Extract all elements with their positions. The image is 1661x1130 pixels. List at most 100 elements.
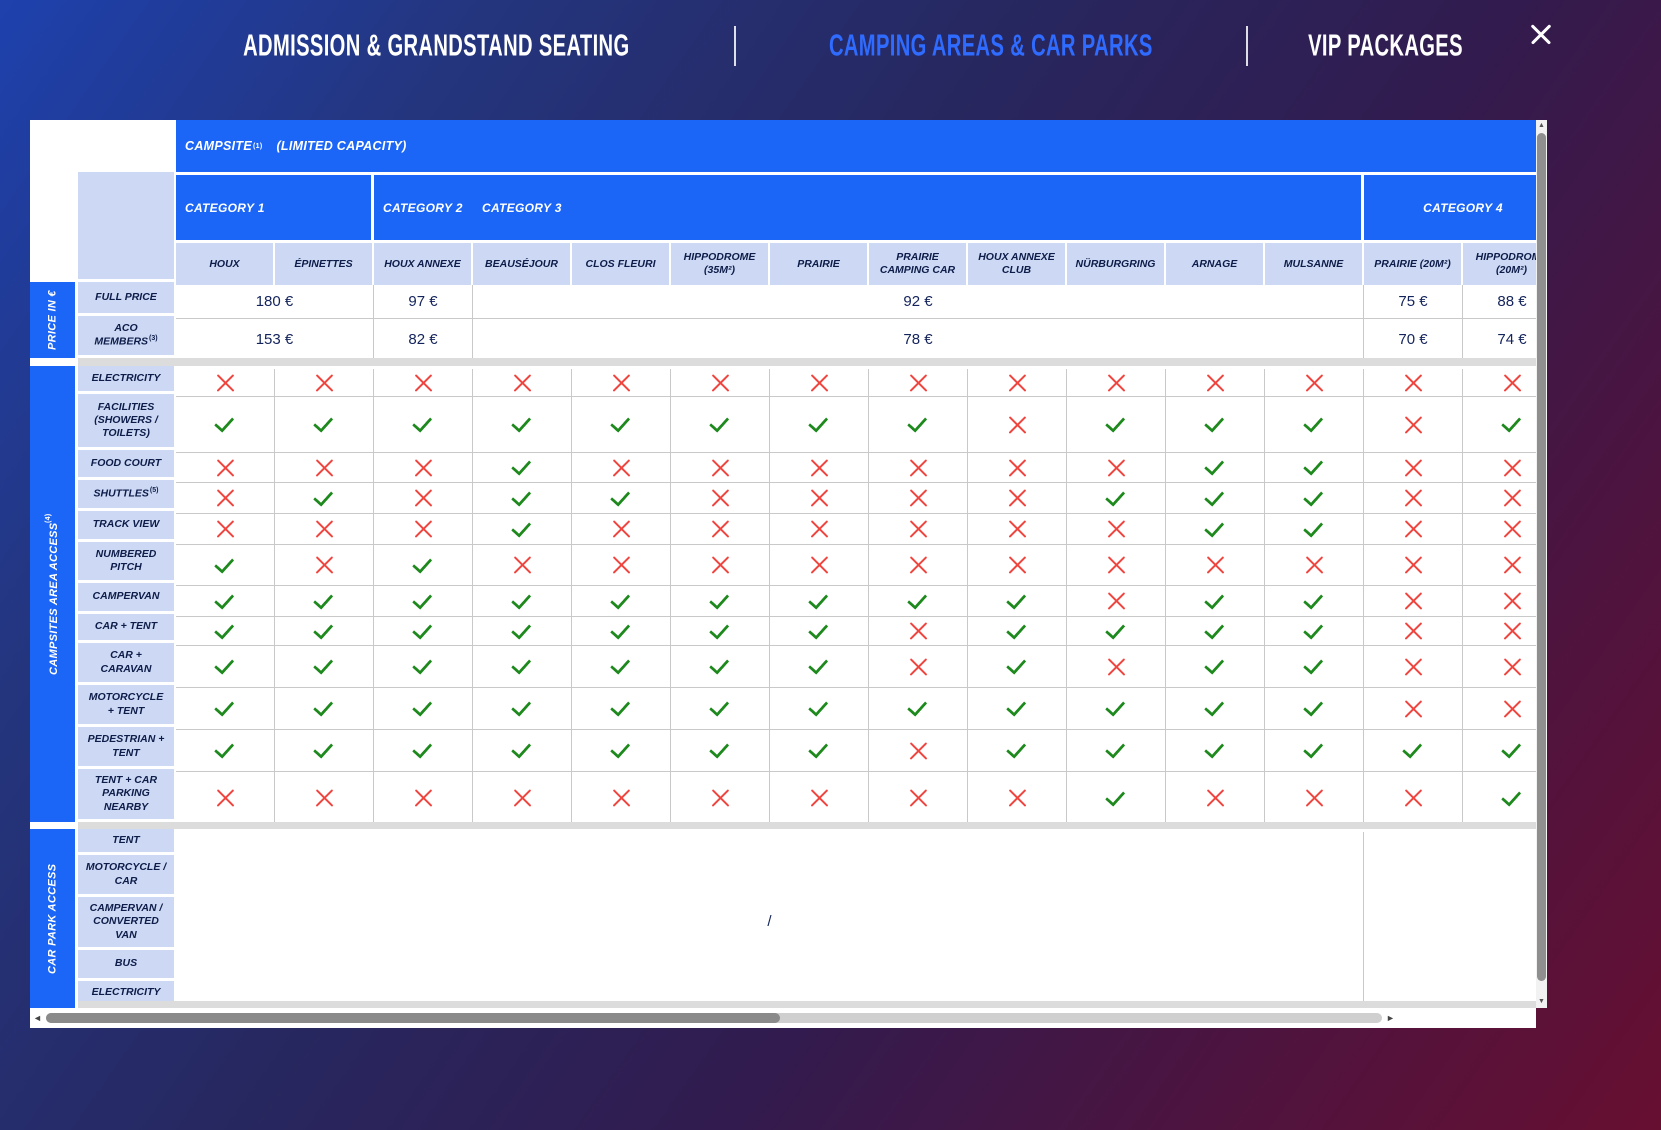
cross-icon xyxy=(1403,788,1424,809)
check-icon xyxy=(313,588,334,610)
table-row xyxy=(176,617,1536,646)
cross-icon xyxy=(1502,372,1523,393)
access-cell xyxy=(1265,772,1364,825)
price-cell: 180 € xyxy=(176,285,374,319)
access-cell xyxy=(374,688,473,730)
access-cell xyxy=(1166,772,1265,825)
access-cell xyxy=(1265,514,1364,545)
access-cell xyxy=(968,514,1067,545)
check-icon xyxy=(412,552,433,574)
access-cell xyxy=(968,772,1067,825)
cross-icon xyxy=(611,372,632,393)
category-3-header: CATEGORY 3 xyxy=(473,175,1364,240)
access-cell xyxy=(1166,545,1265,586)
cross-icon xyxy=(710,488,731,509)
access-cell xyxy=(374,453,473,483)
access-cell xyxy=(1463,730,1536,772)
access-cell xyxy=(770,617,869,646)
access-cell xyxy=(374,772,473,825)
access-cell xyxy=(671,772,770,825)
pricing-table: PRICE IN € CAMPSITES AREA ACCESS(4) CAR … xyxy=(30,120,1536,1028)
tab-camping-areas-car-parks[interactable]: CAMPING AREAS & CAR PARKS xyxy=(829,29,1153,64)
vertical-scrollbar[interactable]: ▲ ▼ xyxy=(1536,120,1547,1008)
access-cell xyxy=(1265,688,1364,730)
access-cell xyxy=(1166,617,1265,646)
table-scroll-viewport[interactable]: CAMPSITE (1) (LIMITED CAPACITY) CATEGORY … xyxy=(176,120,1536,1008)
access-cell xyxy=(275,545,374,586)
cross-icon xyxy=(314,457,335,478)
column-header: PRAIRIE xyxy=(770,243,869,285)
check-icon xyxy=(709,618,730,640)
access-cell xyxy=(473,772,572,825)
vertical-scrollbar-thumb[interactable] xyxy=(1537,133,1546,981)
tab-vip-packages[interactable]: VIP PACKAGES xyxy=(1308,29,1463,64)
access-cell xyxy=(1067,514,1166,545)
check-icon xyxy=(1204,738,1225,759)
access-cell xyxy=(1364,688,1463,730)
cross-icon xyxy=(809,457,830,478)
row-label: TENT + CAR PARKING NEARBY xyxy=(78,769,176,822)
carpark-category4-cell xyxy=(1364,832,1536,1008)
access-cell xyxy=(1166,730,1265,772)
access-cell xyxy=(473,688,572,730)
scroll-down-icon[interactable]: ▼ xyxy=(1536,996,1547,1008)
scroll-left-icon[interactable]: ◄ xyxy=(33,1012,42,1024)
check-icon xyxy=(1402,738,1423,759)
check-icon xyxy=(907,696,928,717)
table-row xyxy=(176,397,1536,453)
access-cell xyxy=(572,646,671,688)
check-icon xyxy=(412,696,433,717)
column-header: MULSANNE xyxy=(1265,243,1364,285)
check-icon xyxy=(1303,738,1324,759)
cross-icon xyxy=(512,372,533,393)
cross-icon xyxy=(1502,591,1523,612)
row-label: TRACK VIEW xyxy=(78,511,176,542)
cross-icon xyxy=(413,457,434,478)
check-icon xyxy=(907,588,928,610)
access-cell xyxy=(671,483,770,514)
tab-admission-grandstand-seating[interactable]: ADMISSION & GRANDSTAND SEATING xyxy=(243,29,629,64)
cross-icon xyxy=(1502,519,1523,540)
cross-icon xyxy=(1403,591,1424,612)
access-cell xyxy=(1364,545,1463,586)
row-label: ELECTRICITY xyxy=(78,366,176,394)
cross-icon xyxy=(1007,457,1028,478)
access-cell xyxy=(572,397,671,453)
check-icon xyxy=(214,552,235,574)
close-icon[interactable] xyxy=(1527,20,1555,48)
cross-icon xyxy=(1106,656,1127,677)
carpark-merged-cell: / xyxy=(176,832,1364,1008)
horizontal-scrollbar[interactable]: ◄ ► xyxy=(30,1008,1536,1028)
cross-icon xyxy=(1403,488,1424,509)
cross-icon xyxy=(1106,457,1127,478)
row-label: MOTORCYCLE + TENT xyxy=(78,685,176,727)
access-cell xyxy=(473,453,572,483)
check-icon xyxy=(214,588,235,610)
access-cell xyxy=(1265,453,1364,483)
access-cell xyxy=(1067,730,1166,772)
check-icon xyxy=(1006,738,1027,759)
check-icon xyxy=(1105,696,1126,717)
access-cell xyxy=(671,617,770,646)
scroll-up-icon[interactable]: ▲ xyxy=(1536,120,1547,132)
check-icon xyxy=(1006,618,1027,640)
check-icon xyxy=(808,738,829,759)
access-cell xyxy=(869,397,968,453)
check-icon xyxy=(1204,485,1225,507)
access-cell xyxy=(671,453,770,483)
price-cell: 153 € xyxy=(176,319,374,361)
check-icon xyxy=(1204,516,1225,538)
check-icon xyxy=(808,654,829,675)
category-2-header: CATEGORY 2 xyxy=(374,175,473,240)
access-cell xyxy=(1265,483,1364,514)
horizontal-scrollbar-thumb[interactable] xyxy=(46,1013,780,1023)
column-header: BEAUSÉJOUR xyxy=(473,243,572,285)
cross-icon xyxy=(314,519,335,540)
scroll-right-icon[interactable]: ► xyxy=(1386,1012,1395,1024)
table-row xyxy=(176,514,1536,545)
campsite-banner-row: CAMPSITE (1) (LIMITED CAPACITY) xyxy=(176,120,1536,172)
cross-icon xyxy=(413,372,434,393)
check-icon xyxy=(313,412,334,433)
cross-icon xyxy=(1106,372,1127,393)
access-cell xyxy=(869,453,968,483)
